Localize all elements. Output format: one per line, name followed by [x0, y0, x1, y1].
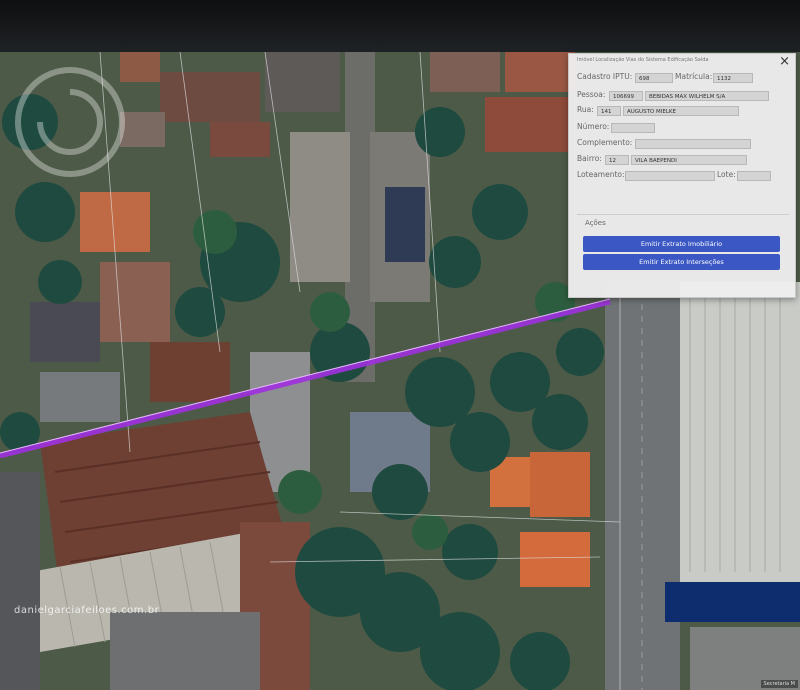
pessoa-name-field[interactable]: BEBIDAS MAX WILHELM S/A [645, 91, 769, 101]
warehouse-roof [680, 282, 800, 582]
red-roof [80, 192, 150, 252]
watermark-text: danielgarciafeiloes.com.br [14, 605, 160, 616]
lote-label: Lote: [717, 170, 736, 179]
rua-label: Rua: [577, 105, 594, 114]
pessoa-label: Pessoa: [577, 90, 606, 99]
cadastro-iptu-label: Cadastro IPTU: [577, 72, 633, 81]
emitir-extrato-intersecoes-button[interactable]: Emitir Extrato Interseções [583, 254, 780, 270]
actions-section: Ações [577, 214, 789, 235]
complemento-label: Complemento: [577, 138, 633, 147]
pessoa-code-field[interactable]: 106699 [609, 91, 643, 101]
bairro-name-field[interactable]: VILA BAEPENDI [631, 155, 747, 165]
complemento-field[interactable] [635, 139, 751, 149]
bairro-label: Bairro: [577, 154, 602, 163]
emitir-extrato-imobiliario-button[interactable]: Emitir Extrato Imobiliário [583, 236, 780, 252]
loteamento-label: Loteamento: [577, 170, 625, 179]
numero-field[interactable] [611, 123, 655, 133]
close-icon[interactable]: × [779, 55, 790, 68]
map-credit: Secretaria M [760, 680, 798, 688]
bairro-code-field[interactable]: 12 [605, 155, 629, 165]
monitor-bezel [0, 0, 800, 52]
loteamento-field[interactable] [625, 171, 715, 181]
blue-strip [665, 582, 800, 622]
watermark-logo-icon [15, 67, 125, 177]
numero-label: Número: [577, 122, 610, 131]
actions-label: Ações [585, 219, 606, 227]
property-info-panel: Imóvel Localização Vias do Sistema Edifi… [568, 53, 796, 298]
solar-panels [385, 187, 425, 262]
matricula-label: Matrícula: [675, 72, 713, 81]
rua-name-field[interactable]: AUGUSTO MIELKE [623, 106, 739, 116]
rua-code-field[interactable]: 141 [597, 106, 621, 116]
panel-title: Imóvel Localização Vias do Sistema Edifi… [577, 57, 709, 63]
matricula-field[interactable]: 1132 [713, 73, 753, 83]
cadastro-iptu-field[interactable]: 698 [635, 73, 673, 83]
lote-field[interactable] [737, 171, 771, 181]
